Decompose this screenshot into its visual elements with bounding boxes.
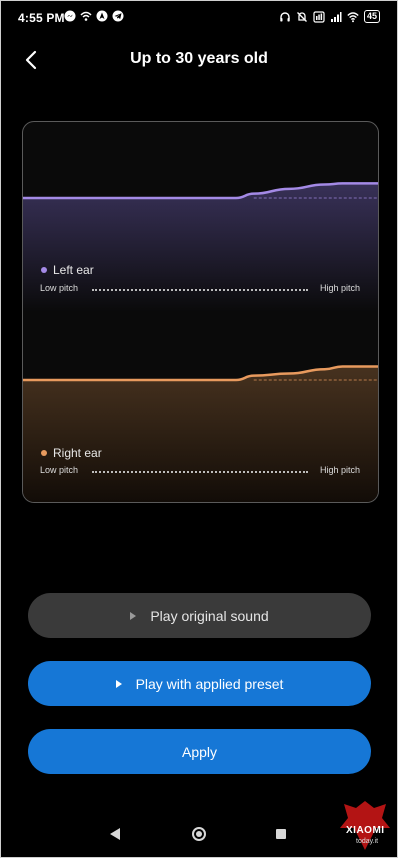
hearing-chart-card: Left ear Low pitch High pitch Right ear … (22, 121, 379, 503)
watermark-sub: today.it (356, 838, 379, 845)
wifi-calling-icon (80, 11, 92, 21)
left-low-pitch-label: Low pitch (40, 283, 79, 293)
left-ear-dot (41, 267, 47, 273)
right-ear-label: Right ear (53, 446, 102, 460)
right-pitch-dots (92, 471, 308, 473)
left-pitch-dots (92, 289, 308, 291)
apply-label: Apply (181, 743, 218, 760)
status-right-icons: 45 (279, 10, 380, 23)
right-low-pitch-label: Low pitch (40, 465, 79, 475)
play-preset-label: Play with applied preset (135, 675, 284, 692)
right-ear-chart (23, 365, 378, 502)
right-ear-dot (41, 450, 47, 456)
play-with-preset-button[interactable]: Play with applied preset (28, 661, 371, 706)
play-icon (115, 679, 122, 688)
sim-icon (313, 10, 325, 23)
battery-indicator: 45 (363, 10, 380, 23)
status-left-icons (64, 10, 124, 22)
right-high-pitch-label: High pitch (319, 465, 360, 475)
left-ear-label: Left ear (53, 263, 94, 277)
messenger-icon (64, 10, 76, 22)
status-bar: 4:55 PM 45 (0, 0, 398, 38)
wifi-icon (347, 11, 359, 22)
headphones-icon (280, 11, 290, 21)
telegram-icon (112, 10, 124, 22)
play-original-label: Play original sound (150, 607, 269, 624)
navigation-icon (96, 10, 108, 22)
nav-home-icon[interactable] (192, 827, 206, 841)
nav-back-icon[interactable] (110, 828, 120, 840)
watermark-text: XIAOMI (346, 825, 385, 836)
right-ear-area (23, 366, 378, 502)
status-time: 4:55 PM (18, 11, 65, 25)
signal-icon (330, 11, 342, 22)
page-title: Up to 30 years old (130, 50, 268, 67)
right-pitch-axis: Low pitch High pitch (40, 465, 360, 479)
play-original-sound-button[interactable]: Play original sound (28, 593, 371, 638)
left-high-pitch-label: High pitch (319, 283, 360, 293)
apply-button[interactable]: Apply (28, 729, 371, 774)
left-pitch-axis: Low pitch High pitch (40, 283, 360, 297)
play-icon (130, 611, 137, 620)
mute-icon (297, 11, 307, 22)
nav-recents-icon[interactable] (276, 829, 286, 839)
hearing-chart (23, 182, 378, 502)
left-ear-legend: Left ear (41, 263, 94, 277)
right-ear-legend: Right ear (41, 446, 102, 460)
